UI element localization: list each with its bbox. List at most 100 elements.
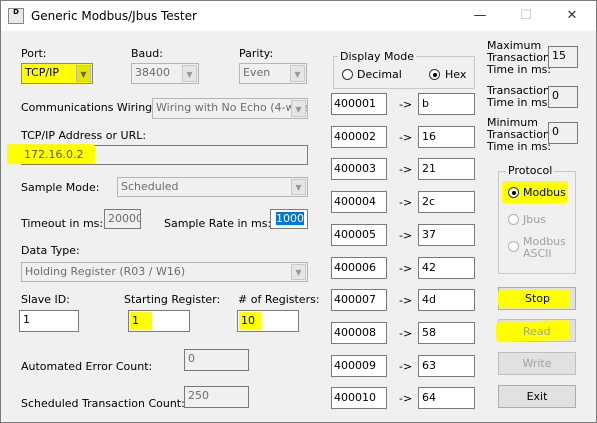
last-time-label: Transaction Time in ms: [487,84,552,109]
chevron-down-icon[interactable]: ▼ [76,65,91,82]
modbus-label: Modbus [523,186,566,199]
write-button[interactable]: Write [498,352,576,375]
register-value-field[interactable]: 21 [418,158,475,180]
maximize-button[interactable]: ☐ [503,1,549,31]
error-count-label: Automated Error Count: [21,360,153,373]
chevron-down-icon[interactable]: ▼ [182,65,197,82]
min-time-field: 0 [548,122,578,144]
register-value-field[interactable]: 37 [418,224,475,246]
wiring-select[interactable]: Wiring with No Echo (4-wire) ▼ [152,98,308,119]
jbus-label: Jbus [523,213,546,226]
sample-rate-field[interactable]: 1000 [270,209,308,229]
exit-button[interactable]: Exit [498,385,576,408]
address-label: TCP/IP Address or URL: [21,129,147,142]
decimal-radio[interactable] [342,69,353,80]
register-value-field[interactable]: 4d [418,289,475,311]
protocol-title: Protocol [506,164,555,177]
data-type-value: Holding Register (R03 / W16) [25,265,186,278]
decimal-label: Decimal [357,68,402,81]
port-label: Port: [21,47,47,60]
chevron-down-icon[interactable]: ▼ [290,65,305,82]
register-arrow: -> [399,196,413,209]
register-address: 400007 [331,289,387,311]
register-arrow: -> [399,163,413,176]
hex-label: Hex [445,68,467,81]
register-arrow: -> [399,294,413,307]
sample-mode-select[interactable]: Scheduled ▼ [117,177,308,197]
slave-id-label: Slave ID: [21,293,70,306]
register-arrow: -> [399,229,413,242]
last-time-field: 0 [548,86,578,108]
sample-rate-value: 1000 [276,212,304,225]
register-address: 400002 [331,126,387,148]
chevron-down-icon[interactable]: ▼ [291,264,306,280]
timeout-field[interactable]: 20000 [104,209,141,229]
title-bar: D Generic Modbus/Jbus Tester — ☐ ✕ [1,1,596,31]
wiring-label: Communications Wiring: [21,101,156,114]
register-value-field[interactable]: 63 [418,355,475,377]
app-window: D Generic Modbus/Jbus Tester — ☐ ✕ Port:… [0,0,597,423]
scheduled-count-field: 250 [184,386,249,408]
stop-label: Stop [525,292,551,305]
baud-value: 38400 [135,66,170,79]
minimize-button[interactable]: — [457,1,503,31]
register-value-field[interactable]: b [418,93,475,115]
data-type-label: Data Type: [21,244,80,257]
jbus-radio[interactable] [508,214,519,225]
parity-value: Even [243,66,271,79]
timeout-label: Timeout in ms: [21,217,104,230]
register-arrow: -> [399,98,413,111]
chevron-down-icon[interactable]: ▼ [291,100,306,117]
register-arrow: -> [399,392,413,405]
register-address: 400009 [331,355,387,377]
register-address: 400005 [331,224,387,246]
register-value-field[interactable]: 42 [418,257,475,279]
sample-mode-value: Scheduled [121,180,179,193]
read-label: Read [523,325,551,338]
register-arrow: -> [399,327,413,340]
parity-select[interactable]: Even ▼ [239,63,307,84]
address-value: 172.16.0.2 [24,148,84,161]
baud-select[interactable]: 38400 ▼ [131,63,199,84]
parity-label: Parity: [239,47,274,60]
modbus-ascii-label: Modbus ASCII [523,235,566,260]
sample-mode-label: Sample Mode: [21,181,100,194]
register-address: 400004 [331,191,387,213]
max-time-label: Maximum Transaction Time in ms: [487,39,552,76]
slave-id-field[interactable]: 1 [19,310,79,332]
display-mode-title: Display Mode [338,50,417,63]
port-value: TCP/IP [25,66,59,79]
app-icon: D [8,8,24,24]
scheduled-count-label: Scheduled Transaction Count: [21,397,185,410]
hex-radio[interactable] [429,69,440,80]
num-registers-value: 10 [241,314,255,327]
register-arrow: -> [399,131,413,144]
window-title: Generic Modbus/Jbus Tester [31,9,197,23]
register-address: 400006 [331,257,387,279]
register-arrow: -> [399,262,413,275]
starting-register-value: 1 [132,314,139,327]
register-address: 400003 [331,158,387,180]
sample-rate-label: Sample Rate in ms: [164,217,272,230]
register-value-field[interactable]: 16 [418,126,475,148]
modbus-ascii-radio[interactable] [508,241,519,252]
register-address: 400010 [331,387,387,409]
error-count-field: 0 [184,349,249,371]
num-registers-label: # of Registers: [238,293,320,306]
data-type-select[interactable]: Holding Register (R03 / W16) ▼ [21,262,308,282]
chevron-down-icon[interactable]: ▼ [291,179,306,195]
register-value-field[interactable]: 58 [418,322,475,344]
wiring-value: Wiring with No Echo (4-wire) [156,101,308,114]
register-address: 400001 [331,93,387,115]
register-arrow: -> [399,360,413,373]
min-time-label: Minimum Transaction Time in ms: [487,116,552,153]
baud-label: Baud: [131,47,163,60]
max-time-field: 15 [548,46,578,68]
starting-register-label: Starting Register: [124,293,221,306]
close-button[interactable]: ✕ [549,1,595,31]
port-select[interactable]: TCP/IP ▼ [21,63,93,84]
register-address: 400008 [331,322,387,344]
modbus-radio[interactable] [508,187,519,198]
register-value-field[interactable]: 2c [418,191,475,213]
register-value-field[interactable]: 64 [418,387,475,409]
